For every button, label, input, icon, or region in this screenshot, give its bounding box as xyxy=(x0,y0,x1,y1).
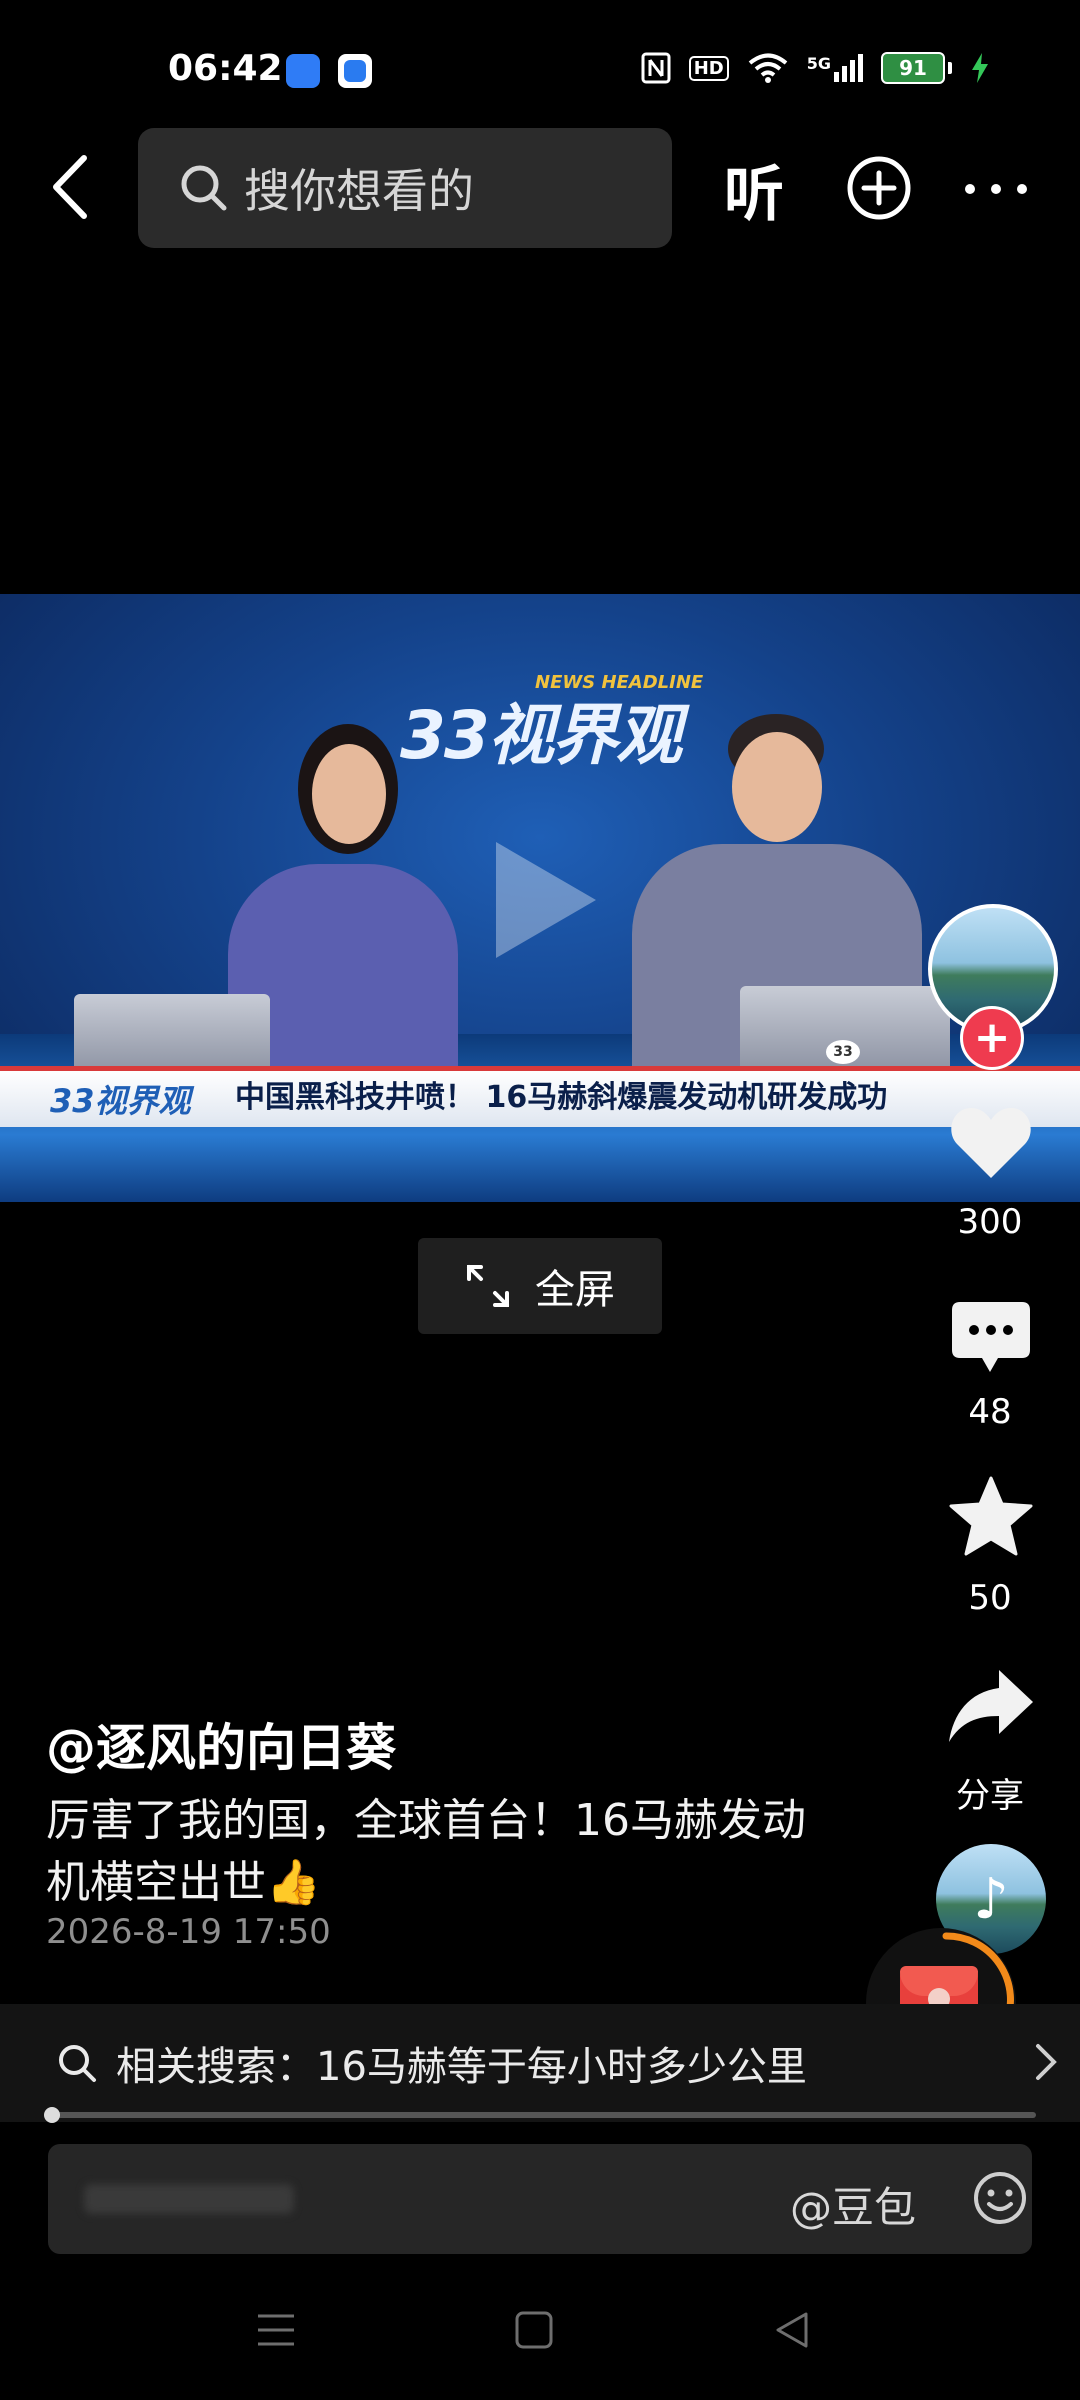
star-icon xyxy=(949,1476,1033,1556)
search-placeholder: 搜你想看的 xyxy=(244,164,474,218)
playback-progress-knob[interactable] xyxy=(44,2107,60,2123)
hd-icon: HD xyxy=(688,55,729,81)
play-icon[interactable] xyxy=(496,842,596,958)
channel-logo: 33视界观 xyxy=(400,697,682,774)
fullscreen-button[interactable]: 全屏 xyxy=(418,1238,662,1334)
laptop-left xyxy=(74,994,270,1074)
share-label: 分享 xyxy=(956,1776,1024,1816)
playback-progress-bar[interactable] xyxy=(46,2112,1036,2118)
post-date: 2026-8-19 17:50 xyxy=(46,1912,331,1952)
status-indicators: HD 5G 91 xyxy=(641,52,990,84)
heart-icon xyxy=(951,1108,1031,1178)
like-button[interactable] xyxy=(946,1104,1036,1180)
5g-signal-icon: 5G xyxy=(807,54,863,82)
more-options-icon[interactable] xyxy=(964,183,1028,195)
anchor-female-face xyxy=(312,744,386,844)
fullscreen-label: 全屏 xyxy=(535,1267,615,1313)
comment-bubble-icon xyxy=(952,1302,1030,1372)
ticker-headline: 中国黑科技井喷！ 16马赫斜爆震发动机研发成功 xyxy=(235,1080,888,1115)
chevron-right-icon xyxy=(1036,2044,1057,2080)
author-username[interactable]: @逐风的向日葵 xyxy=(46,1708,396,1780)
follow-plus-icon[interactable]: + xyxy=(960,1006,1024,1070)
wifi-icon xyxy=(748,53,788,83)
related-search-bar[interactable]: 相关搜索：16马赫等于每小时多少公里 xyxy=(0,2004,1080,2122)
search-bar[interactable]: 搜你想看的 xyxy=(138,128,672,248)
app-notification-icon xyxy=(286,54,320,88)
battery-indicator: 91 xyxy=(881,52,952,84)
battery-level: 91 xyxy=(881,52,945,84)
channel-logo-sub: NEWS HEADLINE xyxy=(535,672,704,693)
back-arrow-icon[interactable] xyxy=(46,152,94,222)
status-time: 06:42 xyxy=(168,48,283,89)
charging-icon xyxy=(972,53,988,83)
home-nav-icon[interactable] xyxy=(514,2310,554,2350)
comment-placeholder-blurred xyxy=(84,2184,294,2214)
related-search-text: 相关搜索：16马赫等于每小时多少公里 xyxy=(116,2044,807,2090)
share-button[interactable] xyxy=(946,1666,1036,1744)
add-icon[interactable] xyxy=(846,155,912,221)
like-count: 300 xyxy=(957,1202,1023,1242)
video-player[interactable]: 33视界观 NEWS HEADLINE 33 33视界观 中国黑科技井喷！ 16… xyxy=(0,594,1080,1202)
comment-input[interactable]: @豆包 xyxy=(48,2144,1032,2254)
mention-button[interactable]: @豆包 xyxy=(790,2174,916,2235)
post-caption: 厉害了我的国，全球首台！16马赫发动机横空出世👍 xyxy=(46,1795,806,1908)
expand-icon xyxy=(467,1265,509,1307)
emoji-icon[interactable] xyxy=(972,2170,1028,2226)
comment-button[interactable] xyxy=(946,1300,1036,1374)
search-icon xyxy=(181,165,227,211)
app-notification-icon-2 xyxy=(338,54,372,88)
ticker-logo: 33视界观 xyxy=(50,1082,191,1120)
comment-count: 48 xyxy=(968,1392,1012,1432)
favorite-button[interactable] xyxy=(946,1476,1036,1558)
desk-badge: 33 xyxy=(826,1040,860,1064)
share-arrow-icon xyxy=(949,1670,1033,1742)
nfc-icon xyxy=(641,52,671,84)
anchor-male-face xyxy=(732,732,822,842)
favorite-count: 50 xyxy=(968,1578,1012,1618)
back-nav-icon[interactable] xyxy=(772,2310,812,2350)
menu-nav-icon[interactable] xyxy=(256,2310,296,2350)
listen-button[interactable]: 听 xyxy=(724,146,784,233)
search-icon xyxy=(59,2045,96,2082)
